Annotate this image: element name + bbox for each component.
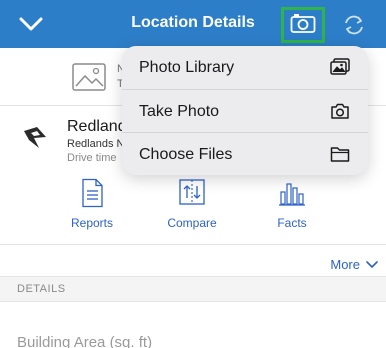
bar-chart-icon [278, 178, 306, 208]
menu-item-label: Photo Library [139, 59, 235, 76]
action-row: Reports Compare Facts [0, 178, 386, 244]
compare-label: Compare [167, 216, 217, 230]
camera-button[interactable] [281, 7, 325, 43]
more-label: More [330, 257, 360, 272]
location-pin-icon [22, 124, 48, 150]
compare-button[interactable]: Compare [147, 178, 237, 244]
more-button[interactable]: More [330, 257, 378, 272]
camera-icon [290, 12, 316, 39]
building-area-label: Building Area (sq. ft) [17, 334, 153, 348]
camera-icon [330, 102, 350, 120]
details-section-header: DETAILS [0, 276, 386, 302]
details-header-label: DETAILS [17, 283, 66, 295]
compare-icon [178, 178, 206, 208]
menu-item-label: Take Photo [139, 103, 220, 120]
refresh-icon[interactable] [341, 12, 367, 38]
page-title: Location Details [131, 14, 255, 31]
menu-item-take-photo[interactable]: Take Photo [122, 89, 368, 132]
divider [0, 244, 386, 245]
image-placeholder-icon[interactable] [72, 62, 106, 92]
menu-item-photo-library[interactable]: Photo Library [122, 46, 368, 89]
reports-label: Reports [70, 216, 114, 230]
facts-label: Facts [277, 216, 307, 230]
photo-options-menu: Photo Library Take Photo Choose Files [122, 46, 368, 175]
chevron-down-icon [366, 257, 378, 272]
report-icon [78, 178, 106, 208]
facts-button[interactable]: Facts [247, 178, 337, 244]
location-subtitle: Redlands N [67, 138, 125, 150]
header-bar: Location Details [0, 0, 386, 48]
reports-button[interactable]: Reports [47, 178, 137, 244]
menu-item-choose-files[interactable]: Choose Files [122, 132, 368, 175]
location-drive-time: Drive time [67, 152, 117, 164]
menu-item-label: Choose Files [139, 146, 233, 163]
folder-icon [330, 145, 350, 163]
photo-library-icon [330, 58, 350, 76]
